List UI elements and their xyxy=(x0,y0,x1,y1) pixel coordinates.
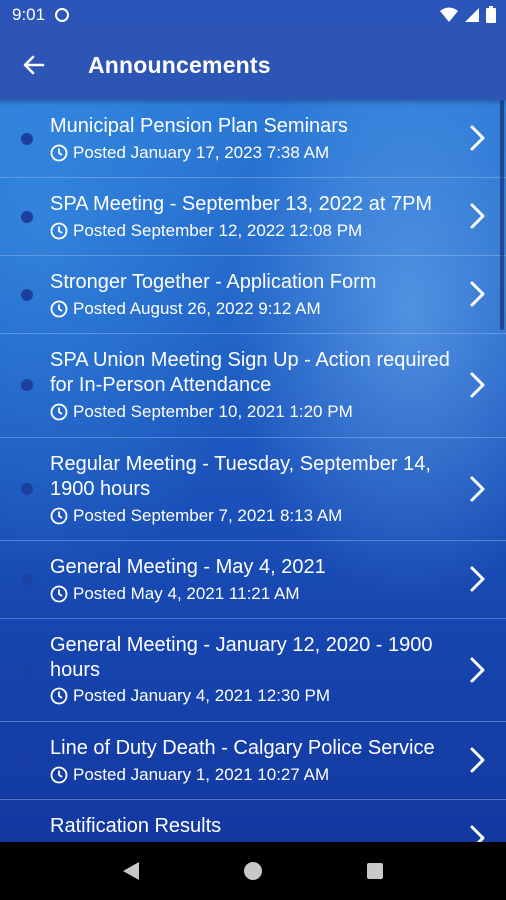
announcement-posted: Posted September 12, 2022 12:08 PM xyxy=(50,220,362,242)
chevron-right-icon xyxy=(470,476,485,502)
arrow-left-icon xyxy=(23,55,45,75)
announcement-title: Line of Duty Death - Calgary Police Serv… xyxy=(50,737,435,759)
wifi-icon xyxy=(440,7,458,22)
app-bar: Announcements xyxy=(0,30,506,100)
posted-date: Posted September 10, 2021 1:20 PM xyxy=(73,402,353,421)
unread-dot xyxy=(21,574,33,586)
clock-icon xyxy=(50,687,68,705)
clock-icon xyxy=(50,507,68,525)
unread-dot xyxy=(21,211,33,223)
clock-icon xyxy=(50,766,68,784)
announcement-posted: Posted August 26, 2022 9:12 AM xyxy=(50,298,321,320)
announcement-item[interactable]: Regular Meeting - Tuesday, September 14,… xyxy=(0,438,506,541)
announcement-title: Municipal Pension Plan Seminars xyxy=(50,115,348,137)
announcement-item[interactable]: General Meeting - January 12, 2020 - 190… xyxy=(0,619,506,722)
unread-dot xyxy=(21,289,33,301)
posted-date: Posted January 4, 2021 12:30 PM xyxy=(73,686,331,705)
unread-dot xyxy=(21,755,33,767)
announcement-title: SPA Union Meeting Sign Up - Action requi… xyxy=(50,349,450,396)
announcement-posted: Posted January 4, 2021 12:30 PM xyxy=(50,685,330,707)
announcement-item[interactable]: General Meeting - May 4, 2021 Posted May… xyxy=(0,541,506,619)
clock-icon xyxy=(50,585,68,603)
announcement-item[interactable]: Stronger Together - Application Form Pos… xyxy=(0,256,506,334)
announcement-title: SPA Meeting - September 13, 2022 at 7PM xyxy=(50,193,433,215)
posted-date: Posted September 12, 2022 12:08 PM xyxy=(73,221,363,240)
unread-dot xyxy=(21,133,33,145)
posted-date: Posted May 4, 2021 11:21 AM xyxy=(73,584,300,603)
back-button[interactable] xyxy=(16,47,52,83)
status-indicators xyxy=(440,6,496,23)
triangle-back-icon xyxy=(123,862,139,880)
announcement-item[interactable]: SPA Meeting - September 13, 2022 at 7PM … xyxy=(0,178,506,256)
chevron-right-icon xyxy=(470,372,485,398)
square-recents-icon xyxy=(367,863,383,879)
announcement-item[interactable]: Municipal Pension Plan Seminars Posted J… xyxy=(0,100,506,178)
posted-date: Posted August 26, 2022 9:12 AM xyxy=(73,299,321,318)
announcement-posted: Posted January 17, 2023 7:38 AM xyxy=(50,142,329,164)
announcement-posted: Posted September 10, 2021 1:20 PM xyxy=(50,401,353,423)
announcement-title: Stronger Together - Application Form xyxy=(50,271,377,293)
signal-icon xyxy=(465,7,479,22)
announcement-title: General Meeting - January 12, 2020 - 190… xyxy=(50,634,433,681)
chevron-right-icon xyxy=(470,566,485,592)
unread-dot xyxy=(21,379,33,391)
posted-date: Posted January 17, 2023 7:38 AM xyxy=(73,143,330,162)
nav-home-button[interactable] xyxy=(233,851,273,891)
status-bar: 9:01 xyxy=(0,0,506,30)
chevron-right-icon xyxy=(470,747,485,773)
chevron-right-icon xyxy=(470,281,485,307)
announcement-title: General Meeting - May 4, 2021 xyxy=(50,556,326,578)
sync-status-icon xyxy=(55,8,70,22)
clock-icon xyxy=(50,222,68,240)
status-time: 9:01 xyxy=(12,5,46,24)
announcement-item[interactable]: SPA Union Meeting Sign Up - Action requi… xyxy=(0,334,506,438)
announcement-title: Ratification Results xyxy=(50,815,222,837)
page-title: Announcements xyxy=(88,51,271,78)
battery-icon xyxy=(486,6,496,23)
announcement-title: Regular Meeting - Tuesday, September 14,… xyxy=(50,453,431,500)
clock-icon xyxy=(50,300,68,318)
nav-recents-button[interactable] xyxy=(355,851,395,891)
unread-dot xyxy=(21,483,33,495)
unread-dot xyxy=(21,664,33,676)
nav-back-button[interactable] xyxy=(111,851,151,891)
clock-icon xyxy=(50,144,68,162)
chevron-right-icon xyxy=(470,657,485,683)
scrollbar[interactable] xyxy=(500,100,504,330)
announcement-list[interactable]: Municipal Pension Plan Seminars Posted J… xyxy=(0,100,506,842)
circle-home-icon xyxy=(244,862,262,880)
system-nav-bar xyxy=(0,842,506,900)
announcement-posted: Posted September 7, 2021 8:13 AM xyxy=(50,505,342,527)
chevron-right-icon xyxy=(470,125,485,151)
chevron-right-icon xyxy=(470,825,485,842)
announcement-item[interactable]: Line of Duty Death - Calgary Police Serv… xyxy=(0,722,506,800)
announcement-posted: Posted May 4, 2021 11:21 AM xyxy=(50,583,300,605)
announcement-posted: Posted January 1, 2021 10:27 AM xyxy=(50,764,329,786)
clock-icon xyxy=(50,403,68,421)
posted-date: Posted September 7, 2021 8:13 AM xyxy=(73,506,343,525)
chevron-right-icon xyxy=(470,203,485,229)
posted-date: Posted January 1, 2021 10:27 AM xyxy=(73,765,330,784)
announcement-item[interactable]: Ratification Results xyxy=(0,800,506,842)
